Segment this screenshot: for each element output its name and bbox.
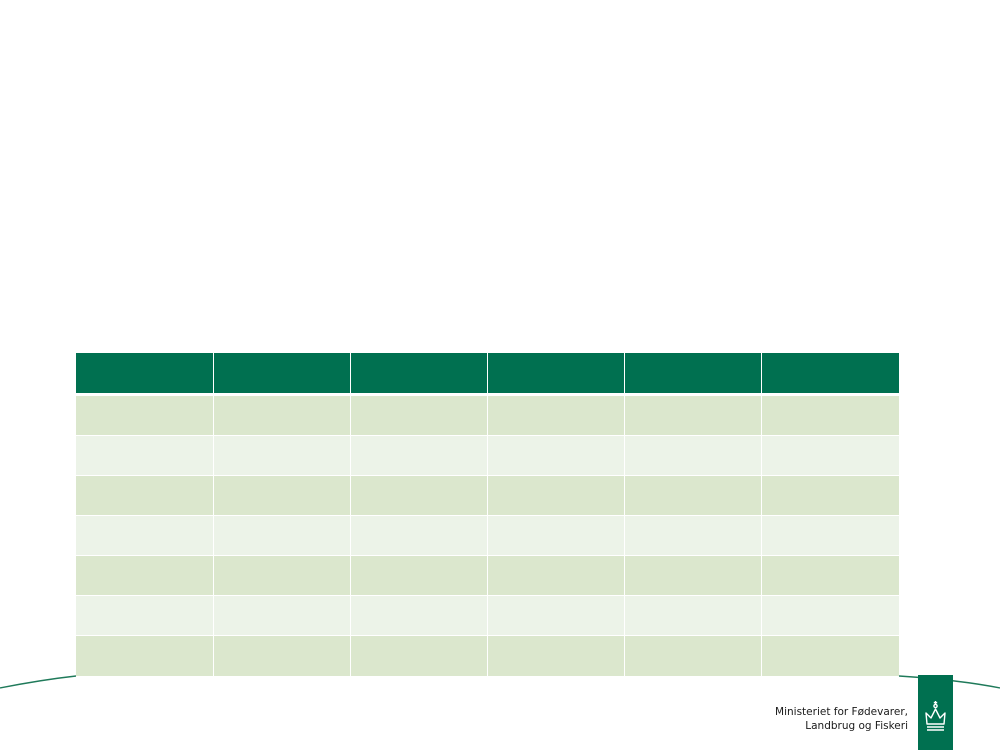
table-row [76,555,899,596]
table-cell [76,515,214,556]
table-cell [624,435,763,476]
data-table [76,353,899,676]
table-body [76,394,899,676]
table-cell [487,475,626,516]
crown-icon [918,675,953,750]
footer-divider-curve [0,675,1000,689]
table-cell [487,515,626,556]
table-header [76,353,899,396]
table-cell [213,515,351,556]
table-cell [624,515,763,556]
table-cell [624,394,763,436]
table-cell [76,475,214,516]
table-cell [76,595,214,636]
table-cell [624,595,763,636]
table-cell [487,435,626,476]
footer-curve-left [0,675,77,689]
table-cell [350,515,488,556]
table-cell [76,555,214,596]
table-cell [350,595,488,636]
column-header-3 [350,353,488,396]
table-cell [761,555,899,596]
column-header-5 [624,353,763,396]
table-cell [761,515,899,556]
table-row [76,515,899,556]
table-cell [76,435,214,476]
table-row [76,595,899,636]
column-header-2 [213,353,351,396]
table-header-row [76,353,899,396]
table-cell [350,435,488,476]
table-cell [213,475,351,516]
table-cell [213,595,351,636]
table-cell [487,394,626,436]
table-cell [761,475,899,516]
table-cell [487,555,626,596]
table-cell [213,394,351,436]
table-cell [350,555,488,596]
table-cell [761,595,899,636]
table-cell [487,595,626,636]
table-row [76,475,899,516]
table-cell [76,394,214,436]
table-cell [213,555,351,596]
table-row [76,435,899,476]
table-cell [761,394,899,436]
ministry-name: Ministeriet for Fødevarer, Landbrug og F… [775,705,908,733]
column-header-4 [487,353,626,396]
table-row [76,394,899,436]
table-cell [350,475,488,516]
column-header-6 [761,353,899,396]
table-cell [624,555,763,596]
ministry-name-line-1: Ministeriet for Fødevarer, [775,706,908,718]
table-cell [350,394,488,436]
table-cell [761,435,899,476]
table-cell [213,435,351,476]
ministry-name-line-2: Landbrug og Fiskeri [805,720,908,732]
table-cell [624,475,763,516]
column-header-1 [76,353,214,396]
